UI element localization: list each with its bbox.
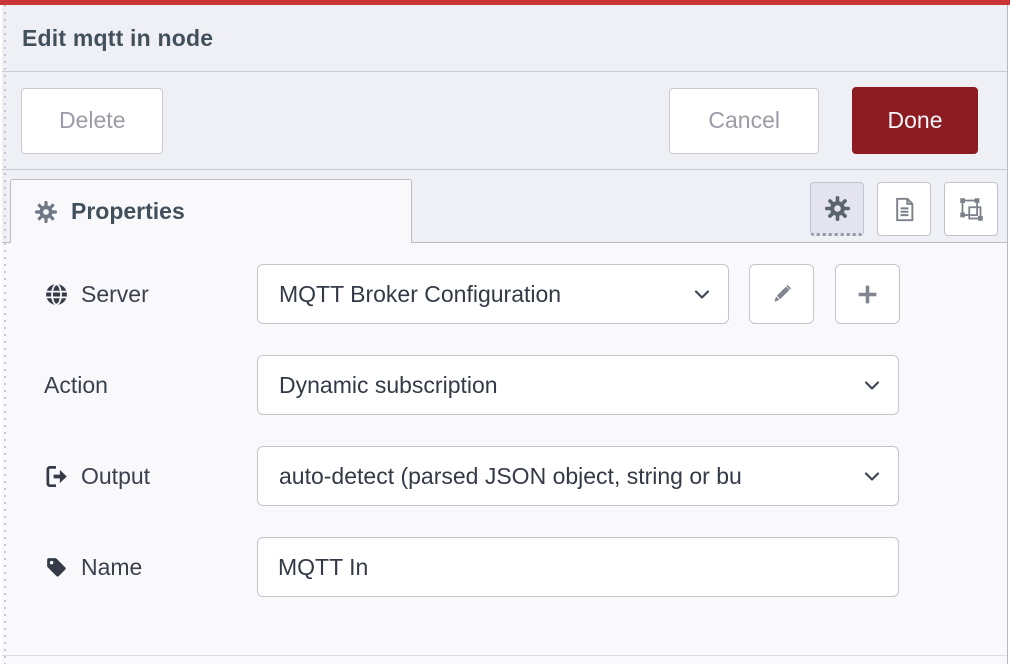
tab-properties[interactable]: Properties [10, 179, 412, 243]
tag-icon [44, 555, 69, 580]
action-select[interactable]: Dynamic subscription [257, 355, 899, 415]
output-row: Output auto-detect (parsed JSON object, … [44, 446, 1007, 506]
name-label: Name [44, 554, 257, 581]
output-select[interactable]: auto-detect (parsed JSON object, string … [257, 446, 899, 506]
editor-tab-bar: Properties [2, 170, 1007, 243]
properties-form: Server MQTT Broker Configuration [2, 243, 1007, 597]
chevron-down-icon [690, 282, 714, 306]
action-row: Action Dynamic subscription [44, 355, 1007, 415]
tab-action-buttons [810, 182, 998, 236]
edit-mqtt-in-node-dialog: Edit mqtt in node Delete Cancel Done [2, 5, 1008, 664]
document-icon [891, 196, 918, 223]
appearance-icon [958, 196, 985, 223]
action-label: Action [44, 372, 257, 399]
top-accent-bar [0, 0, 1010, 5]
footer-divider [2, 655, 1007, 656]
chevron-down-icon [860, 464, 884, 488]
description-tab-button[interactable] [877, 182, 931, 236]
chevron-down-icon [860, 373, 884, 397]
name-row: Name [44, 537, 1007, 597]
output-label: Output [44, 463, 257, 490]
gear-icon [824, 195, 851, 222]
server-label: Server [44, 281, 257, 308]
sign-out-icon [44, 464, 69, 489]
server-select[interactable]: MQTT Broker Configuration [257, 264, 729, 324]
delete-button[interactable]: Delete [21, 88, 163, 154]
edit-server-config-button[interactable] [749, 264, 814, 324]
tab-properties-label: Properties [71, 198, 185, 225]
add-server-config-button[interactable] [835, 264, 900, 324]
name-input[interactable] [257, 537, 899, 597]
pencil-icon [769, 282, 794, 307]
properties-settings-tab-button[interactable] [810, 182, 864, 236]
server-row: Server MQTT Broker Configuration [44, 264, 1007, 324]
dialog-header: Edit mqtt in node [2, 5, 1007, 72]
cancel-button[interactable]: Cancel [669, 88, 819, 154]
gear-icon [34, 200, 58, 224]
dialog-toolbar: Delete Cancel Done [2, 72, 1007, 170]
plus-icon [855, 282, 880, 307]
globe-icon [44, 282, 69, 307]
page-title: Edit mqtt in node [22, 25, 213, 52]
tray-resize-handle[interactable] [2, 5, 7, 664]
appearance-tab-button[interactable] [944, 182, 998, 236]
done-button[interactable]: Done [852, 87, 978, 154]
